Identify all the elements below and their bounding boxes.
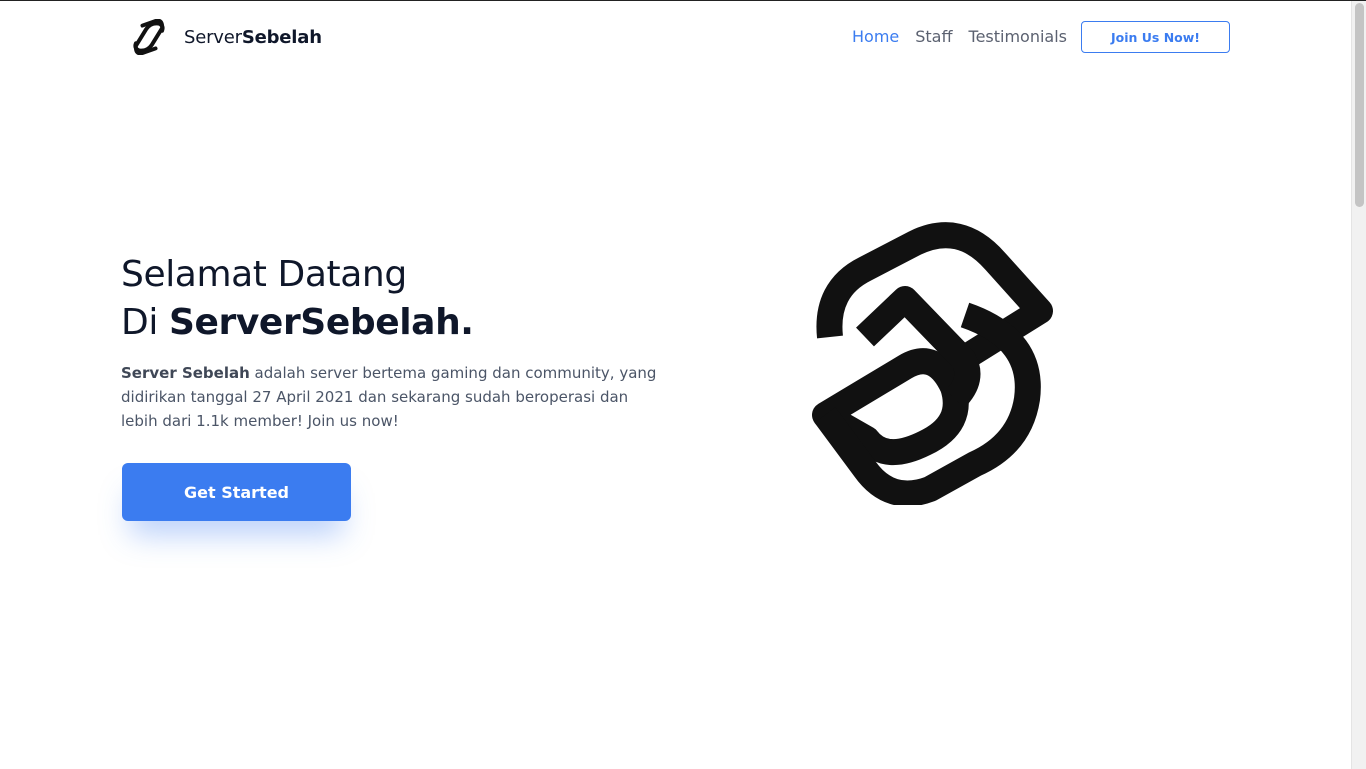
hero-description-bold: Server Sebelah (121, 364, 250, 382)
hero-title-brand: ServerSebelah. (168, 302, 474, 343)
vertical-scrollbar[interactable] (1351, 1, 1366, 769)
hero-title: Selamat Datang Di ServerSebelah. (121, 251, 474, 347)
nav-link-home[interactable]: Home (852, 27, 899, 46)
brand-name-part2: Sebelah (241, 26, 322, 48)
brand-name: ServerSebelah (184, 27, 322, 48)
nav-link-staff[interactable]: Staff (915, 27, 952, 46)
page: ServerSebelah Home Staff Testimonials Jo… (0, 1, 1351, 769)
scrollbar-thumb[interactable] (1355, 3, 1364, 207)
brand[interactable]: ServerSebelah (132, 19, 322, 55)
hero-title-prefix: Di (121, 302, 169, 343)
nav-link-testimonials[interactable]: Testimonials (969, 27, 1068, 46)
hero-description: Server Sebelah adalah server bertema gam… (121, 361, 661, 433)
join-us-button[interactable]: Join Us Now! (1081, 21, 1230, 53)
main-nav: Home Staff Testimonials (852, 27, 1067, 46)
serversebelah-logo-icon (133, 19, 165, 55)
hero-logo-icon (812, 222, 1053, 505)
hero-title-line1: Selamat Datang (121, 254, 407, 295)
get-started-button[interactable]: Get Started (122, 463, 351, 521)
brand-name-part1: Server (184, 26, 242, 48)
